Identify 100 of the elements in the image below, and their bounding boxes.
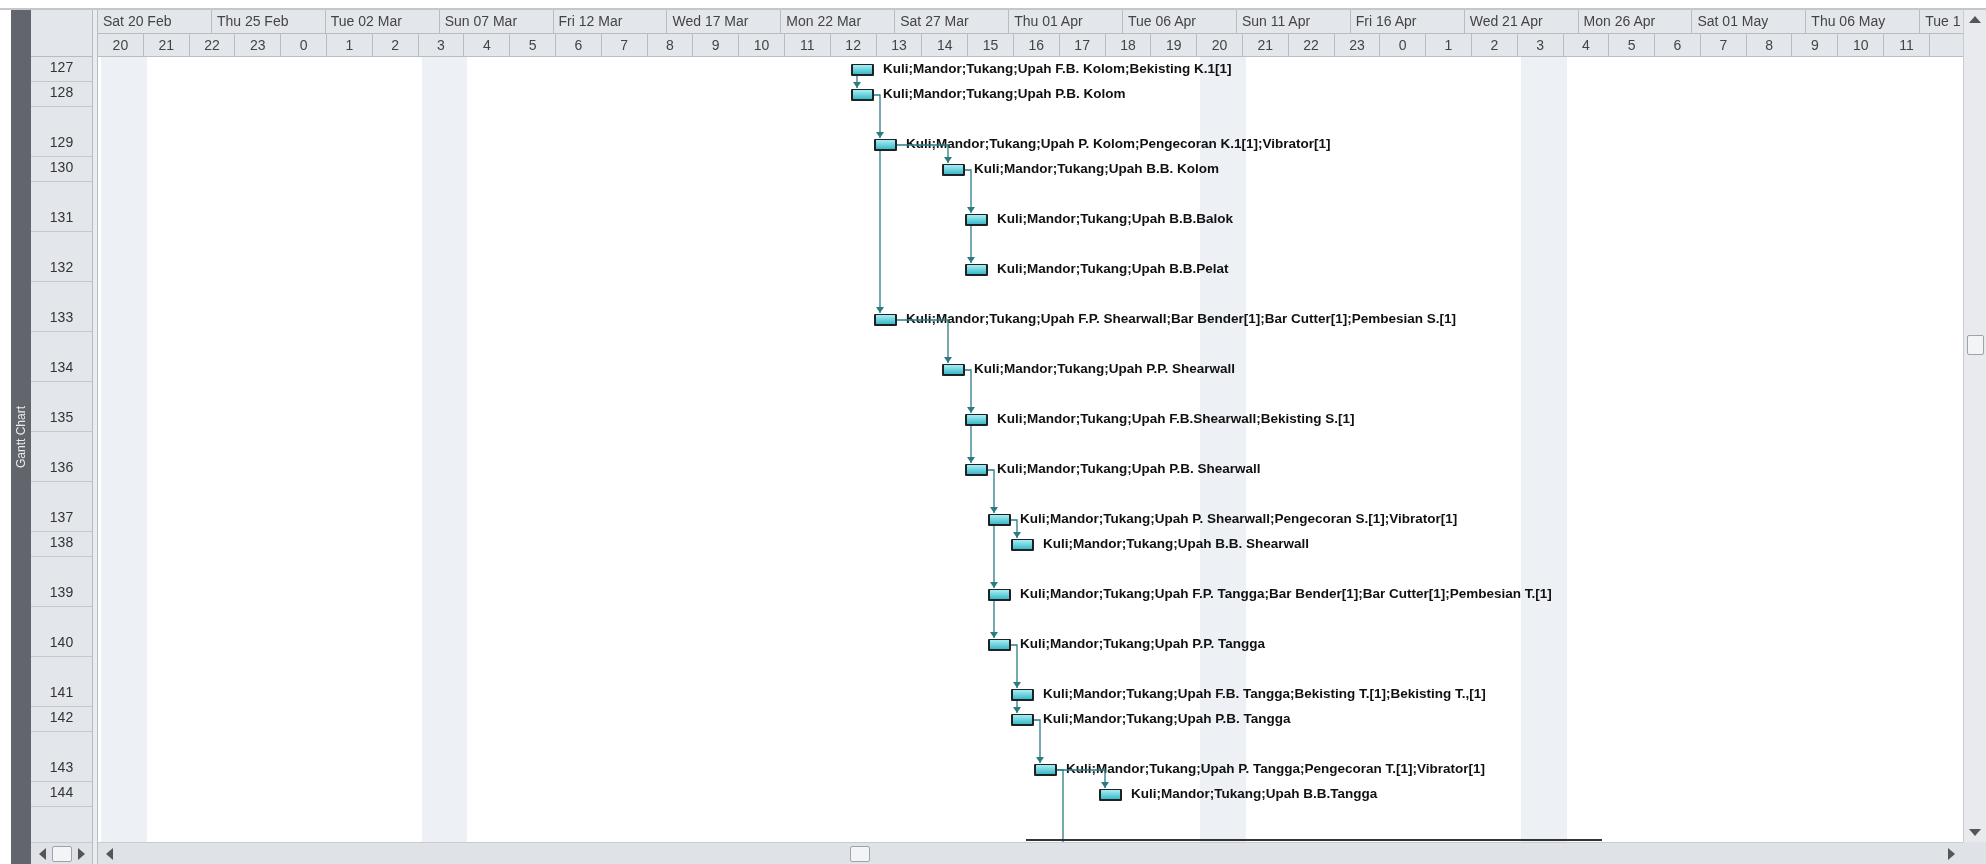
row-number: 140 [31, 607, 92, 657]
task-bar[interactable] [965, 214, 988, 226]
timescale-major-label: Tue 06 Apr [1123, 10, 1237, 33]
timescale-minor-label: 22 [1288, 34, 1335, 56]
dependency-arrow [987, 469, 998, 514]
timescale-minor-label: 22 [189, 34, 236, 56]
row-number: 130 [31, 157, 92, 182]
timescale-minor-label: 7 [601, 34, 648, 56]
task-bar[interactable] [965, 264, 988, 276]
task-bar[interactable] [965, 464, 988, 476]
timescale-major-label: Sat 01 May [1692, 10, 1807, 33]
task-bar[interactable] [988, 514, 1011, 526]
timescale-minor-label: 13 [876, 34, 923, 56]
row-number: 144 [31, 782, 92, 807]
scroll-thumb[interactable] [1966, 335, 1984, 355]
timescale-minor-label: 11 [784, 34, 831, 56]
row-number: 127 [31, 57, 92, 82]
dependency-arrow [873, 94, 884, 139]
timescale-major-label: Thu 25 Feb [211, 10, 326, 33]
scroll-right-icon[interactable] [77, 847, 85, 860]
task-bar[interactable] [1011, 714, 1034, 726]
task-bar[interactable] [1099, 789, 1122, 801]
timescale-minor-label: 6 [1655, 34, 1701, 56]
timescale-major-label: Fri 12 Mar [553, 10, 668, 33]
row-number: 134 [31, 332, 92, 382]
resource-label: Kuli;Mandor;Tukang;Upah F.P. Tangga;Bar Bender[1];Bar Cutter[1];Pembesian T.[1] [1020, 586, 1552, 602]
timescale-minor-label: 3 [1517, 34, 1564, 56]
scroll-left-icon[interactable] [38, 847, 46, 860]
row-number: 137 [31, 482, 92, 532]
timescale-minor-label: 20 [98, 34, 144, 56]
horizontal-scrollbar[interactable] [98, 842, 1963, 864]
timescale-minor-label: 6 [555, 34, 602, 56]
timescale-minor-label: 3 [418, 34, 465, 56]
timescale-minor-label: 5 [510, 34, 556, 56]
row-number: 136 [31, 432, 92, 482]
resource-label: Kuli;Mandor;Tukang;Upah B.B.Balok [997, 211, 1233, 227]
timescale-minor-label: 1 [327, 34, 373, 56]
row-number: 139 [31, 557, 92, 607]
dependency-arrow [964, 369, 975, 414]
timescale-minor-label: 16 [1013, 34, 1060, 56]
resize-grip[interactable] [1963, 842, 1986, 864]
timescale-major-label: Tue 1 [1924, 12, 1962, 31]
scroll-right-icon[interactable] [1948, 847, 1955, 860]
task-bar[interactable] [1011, 539, 1034, 551]
timescale-minor-label: 18 [1105, 34, 1152, 56]
timescale-minor-label: 19 [1151, 34, 1198, 56]
resource-label: Kuli;Mandor;Tukang;Upah B.B.Tangga [1131, 786, 1378, 802]
view-bar[interactable]: Gantt Chart [11, 10, 31, 864]
task-bar[interactable] [988, 589, 1011, 601]
horizontal-scrollbar[interactable] [31, 842, 92, 864]
task-bar[interactable] [965, 414, 988, 426]
resource-label: Kuli;Mandor;Tukang;Upah B.B. Shearwall [1043, 536, 1309, 552]
timescale-minor-label: 0 [1380, 34, 1427, 56]
vertical-scrollbar[interactable] [1963, 10, 1986, 842]
resource-label: Kuli;Mandor;Tukang;Upah F.B.Shearwall;Bekisting S.[1] [997, 411, 1355, 427]
task-bar[interactable] [988, 639, 1011, 651]
dependency-arrow [990, 600, 998, 639]
timescale-major-label: Wed 17 Mar [667, 10, 782, 33]
task-bar[interactable] [942, 364, 965, 376]
timescale-minor-label: 4 [1563, 34, 1610, 56]
resource-label: Kuli;Mandor;Tukang;Upah F.B. Kolom;Bekisting K.1[1] [883, 61, 1232, 77]
timescale-minor-label: 9 [1792, 34, 1839, 56]
dependency-arrow [967, 225, 975, 264]
resource-label: Kuli;Mandor;Tukang;Upah P.P. Shearwall [974, 361, 1236, 377]
timescale-minor-label: 23 [235, 34, 282, 56]
timescale-minor-label: 20 [1197, 34, 1243, 56]
timescale-major-label: Sun 11 Apr [1236, 10, 1351, 33]
timescale-minor-label: 0 [281, 34, 327, 56]
scroll-thumb[interactable] [850, 845, 870, 862]
dependency-arrow [1013, 700, 1021, 714]
timescale-minor-label: 8 [647, 34, 694, 56]
dependency-arrow [990, 525, 998, 589]
row-number: 138 [31, 532, 92, 557]
task-bar[interactable] [942, 164, 965, 176]
timescale-minor-label: 15 [968, 34, 1014, 56]
timescale-minor-label: 8 [1746, 34, 1793, 56]
task-bar[interactable] [851, 64, 874, 76]
dependency-arrow [1033, 719, 1044, 764]
scroll-left-icon[interactable] [106, 847, 113, 860]
task-bar[interactable] [1011, 689, 1034, 701]
timescale-major-label: Mon 26 Apr [1578, 10, 1693, 33]
task-bar[interactable] [874, 314, 897, 326]
timescale-major-label: Tue 02 Mar [325, 10, 440, 33]
task-bar[interactable] [851, 89, 874, 101]
scroll-thumb[interactable] [51, 845, 72, 862]
row-number: 141 [31, 657, 92, 707]
timescale-major-label: Thu 01 Apr [1009, 10, 1123, 33]
task-bar[interactable] [874, 139, 897, 151]
timescale-minor-label: 11 [1884, 34, 1930, 56]
resource-label: Kuli;Mandor;Tukang;Upah B.B. Kolom [974, 161, 1219, 177]
row-number: 143 [31, 732, 92, 782]
resource-label: Kuli;Mandor;Tukang;Upah P.P. Tangga [1020, 636, 1265, 652]
scroll-up-icon[interactable] [1969, 16, 1981, 23]
timescale-minor-label: 2 [372, 34, 419, 56]
row-number: 128 [31, 82, 92, 107]
timescale-minor-label: 21 [1242, 34, 1289, 56]
timescale-minor-label: 1 [1426, 34, 1472, 56]
timescale-minor-label: 9 [693, 34, 740, 56]
resource-label: Kuli;Mandor;Tukang;Upah F.P. Shearwall;Bar Bender[1];Bar Cutter[1];Pembesian S.[1] [906, 311, 1457, 327]
task-bar[interactable] [1034, 764, 1057, 776]
